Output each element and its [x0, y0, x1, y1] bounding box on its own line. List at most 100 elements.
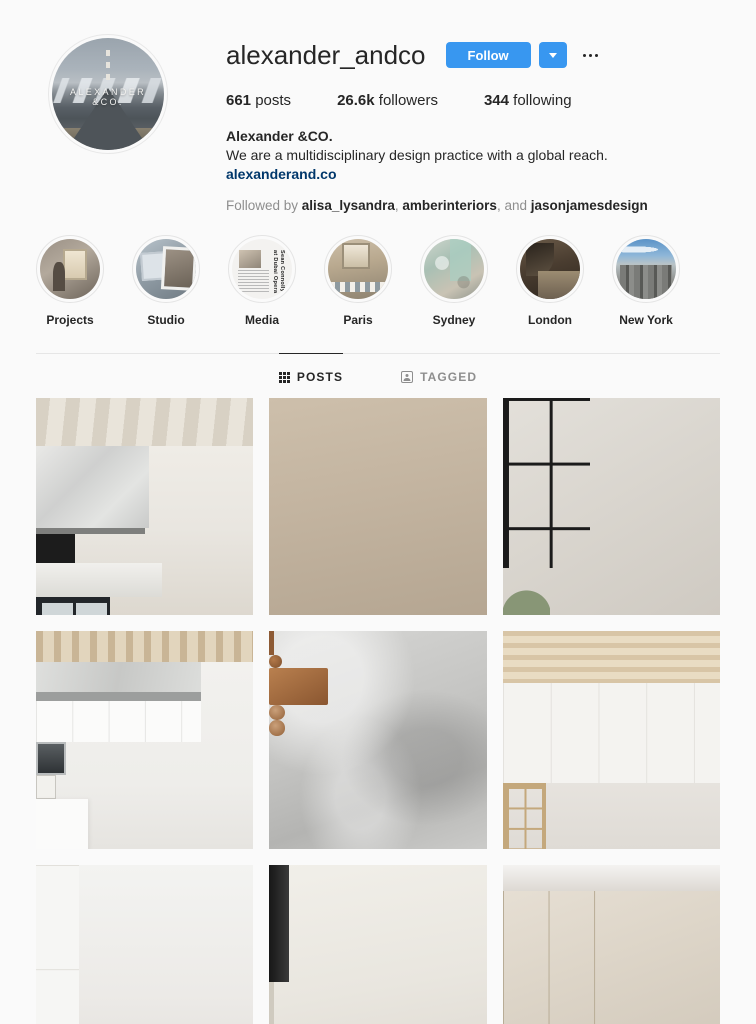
framed-artwork [36, 774, 56, 799]
profile-tabbar: POSTS TAGGED [36, 353, 720, 398]
username: alexander_andco [226, 40, 426, 70]
highlight-label: Paris [343, 313, 373, 327]
bio-block: Alexander &CO. We are a multidisciplinar… [226, 127, 720, 184]
steel-framed-door [36, 597, 110, 616]
post-image-8 [269, 864, 487, 1024]
highlight-projects[interactable]: Projects [36, 235, 104, 327]
highlight-cover-paris [328, 239, 388, 299]
post-image-3 [502, 398, 720, 616]
follow-dropdown-button[interactable] [538, 42, 567, 68]
highlight-paris[interactable]: Paris [324, 235, 392, 327]
followed-by-prefix: Followed by [226, 198, 302, 213]
stat-following[interactable]: 344 following [484, 92, 572, 109]
tab-posts-label: POSTS [296, 370, 344, 384]
hallway [269, 398, 326, 615]
kitchen-island [36, 562, 163, 598]
avatar-image: ALEXANDER &CO. [52, 38, 164, 150]
highlight-studio[interactable]: Studio [132, 235, 200, 327]
palm-plant [502, 567, 551, 616]
post-thumbnail[interactable] [36, 398, 254, 616]
highlight-ring [132, 235, 200, 303]
post-image-2 [269, 398, 487, 616]
post-image-4 [36, 631, 254, 849]
post-image-5 [269, 631, 487, 849]
highlight-ring [612, 235, 680, 303]
panelled-wall [502, 683, 720, 784]
tab-posts[interactable]: POSTS [278, 353, 344, 398]
mutual-user-3[interactable]: jasonjamesdesign [531, 198, 648, 213]
stat-posts-label: posts [255, 92, 292, 109]
chevron-down-icon [548, 52, 557, 58]
black-panel [36, 534, 76, 563]
post-thumbnail[interactable] [502, 864, 720, 1024]
highlight-cover-media: Sean Connolly at Dubai Opera [232, 239, 292, 299]
stat-following-value: 344 [483, 92, 509, 109]
stat-posts[interactable]: 661 posts [226, 92, 291, 109]
stat-followers[interactable]: 26.6k followers [337, 92, 438, 109]
grid-icon [278, 371, 290, 383]
bronze-mixer-tap [269, 655, 283, 669]
post-thumbnail[interactable] [36, 631, 254, 849]
steel-window [502, 783, 547, 849]
website-link[interactable]: alexanderand.co [226, 166, 337, 182]
bio-text: We are a multidisciplinary design practi… [226, 147, 608, 163]
black-column [269, 864, 289, 982]
post-thumbnail[interactable] [36, 864, 254, 1024]
mutual-user-1[interactable]: alisa_lysandra [302, 198, 395, 213]
post-image-6 [502, 631, 720, 849]
stat-posts-value: 661 [226, 92, 252, 109]
mutual-user-2[interactable]: amberinteriors [402, 198, 497, 213]
avatar-logo-text: ALEXANDER &CO. [69, 87, 147, 108]
benchtop [36, 692, 202, 701]
highlight-cover-projects [40, 239, 100, 299]
highlight-ring [324, 235, 392, 303]
tab-tagged[interactable]: TAGGED [401, 353, 477, 398]
highlight-ring [420, 235, 488, 303]
highlight-sydney[interactable]: Sydney [420, 235, 488, 327]
full-name: Alexander &CO. [226, 128, 333, 144]
highlight-cover-text: Sean Connolly at Dubai Opera [271, 249, 285, 294]
highlight-media[interactable]: Sean Connolly at Dubai Opera Media [228, 235, 296, 327]
tap-spout [269, 631, 274, 656]
highlight-label: New York [619, 313, 673, 327]
post-image-7 [36, 864, 254, 1024]
post-thumbnail[interactable] [269, 864, 487, 1024]
highlight-ring: Sean Connolly at Dubai Opera [228, 235, 296, 303]
black-framed-window [502, 398, 590, 568]
follow-button[interactable]: Follow [445, 42, 531, 68]
ceiling [502, 864, 720, 891]
white-cabinetry [36, 700, 202, 743]
highlight-label: London [528, 313, 572, 327]
highlight-ring [36, 235, 104, 303]
tab-tagged-label: TAGGED [420, 370, 478, 384]
post-thumbnail[interactable] [269, 631, 487, 849]
more-options-button[interactable] [579, 42, 602, 68]
highlight-label: Media [244, 313, 279, 327]
highlight-label: Sydney [432, 313, 476, 327]
highlight-cover-studio [136, 239, 196, 299]
story-highlights: Projects Studio Sean Connolly at Dubai O… [0, 213, 756, 327]
post-image-9 [502, 864, 720, 1024]
followed-by-sep-2: , and [496, 198, 531, 213]
marble-splashback [36, 661, 202, 693]
highlight-new-york[interactable]: New York [612, 235, 680, 327]
post-thumbnail[interactable] [502, 398, 720, 616]
timber-joinery [502, 890, 638, 1024]
post-thumbnail[interactable] [502, 631, 720, 849]
highlight-cover-new-york [616, 239, 676, 299]
highlight-london[interactable]: London [516, 235, 584, 327]
highlight-cover-sydney [424, 239, 484, 299]
stats-row: 661 posts 26.6k followers 344 following [226, 92, 720, 109]
timber-ceiling [502, 631, 720, 684]
ellipsis-icon [588, 53, 592, 57]
highlight-ring [516, 235, 584, 303]
avatar[interactable]: ALEXANDER &CO. [48, 34, 168, 154]
stat-followers-value: 26.6k [337, 92, 375, 109]
marble-splashback [36, 445, 149, 529]
post-thumbnail[interactable] [269, 398, 487, 616]
post-grid [0, 398, 756, 1024]
ellipsis-icon [594, 53, 598, 57]
highlight-cover-london [520, 239, 580, 299]
panelled-wall [36, 864, 80, 1024]
tagged-person-icon [401, 371, 414, 383]
